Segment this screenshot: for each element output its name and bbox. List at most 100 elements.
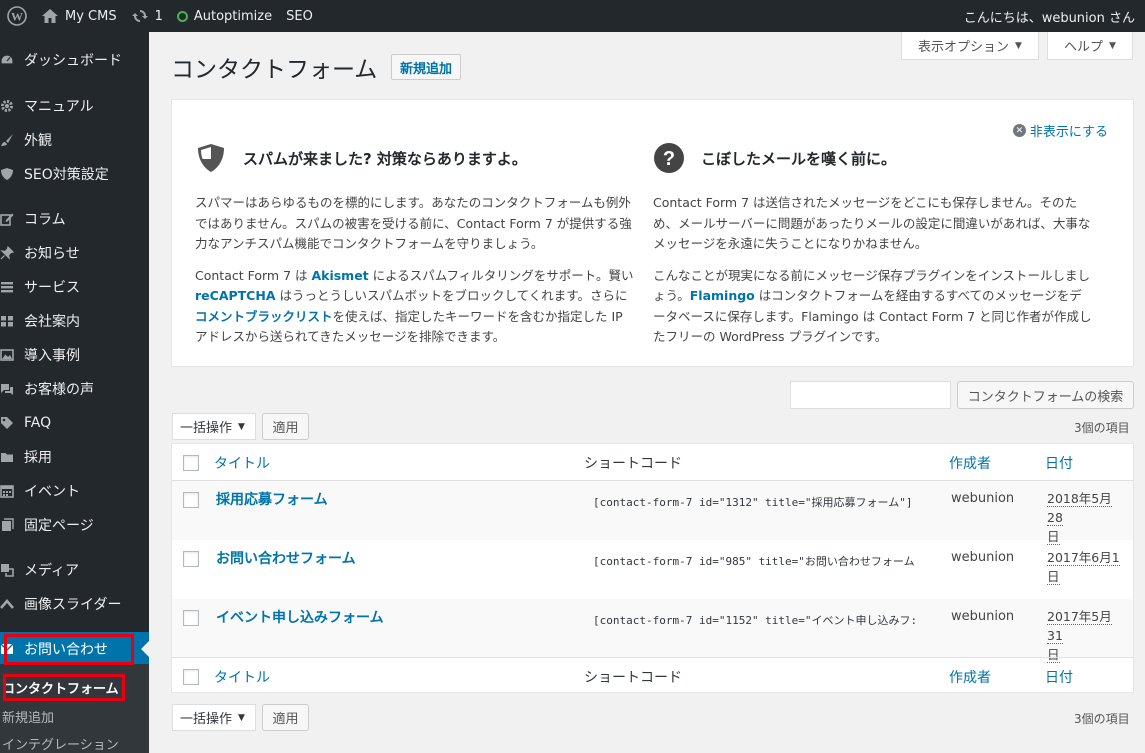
akismet-link[interactable]: Akismet <box>311 268 368 283</box>
updates-link[interactable]: 1 <box>124 0 170 32</box>
greeting-text: こんにちは、webunion さん <box>963 10 1135 26</box>
chat-icon <box>0 382 14 396</box>
home-icon <box>42 9 58 23</box>
table-header: タイトル ショートコード 作成者 日付 <box>172 444 1133 481</box>
row-checkbox[interactable] <box>183 492 199 508</box>
search-forms-button[interactable]: コンタクトフォームの検索 <box>957 381 1134 409</box>
item-count-top: 3個の項目 <box>1074 421 1130 435</box>
sidebar-item-recruit[interactable]: 採用 <box>0 440 149 474</box>
column-date[interactable]: 日付 <box>1045 667 1073 687</box>
autoptimize-link[interactable]: Autoptimize <box>170 0 279 32</box>
date-line: 2017年5月31 <box>1047 609 1112 644</box>
sidebar-item-company[interactable]: 会社案内 <box>0 304 149 338</box>
help-button[interactable]: ヘルプ ▼ <box>1047 32 1133 60</box>
form-title-link[interactable]: お問い合わせフォーム <box>216 548 356 568</box>
sidebar-item-label: メディア <box>24 563 80 579</box>
table-row: お問い合わせフォーム [contact-form-7 id="985" titl… <box>172 540 1133 599</box>
author-name: webunion <box>951 550 1015 565</box>
sidebar-item-faq[interactable]: FAQ <box>0 406 149 440</box>
flamingo-heading: ? こぼしたメールを嘆く前に。 <box>653 140 1093 176</box>
sidebar-item-pages[interactable]: 固定ページ <box>0 508 149 542</box>
form-title-link[interactable]: イベント申し込みフォーム <box>216 607 384 627</box>
flamingo-heading-text: こぼしたメールを嘆く前に。 <box>701 149 897 168</box>
caret-down-icon: ▼ <box>1109 40 1116 51</box>
svg-text:?: ? <box>663 148 675 170</box>
welcome-panel: ✕ 非表示にする スパムが来ました? 対策ならありますよ。 スパマーはあらゆるも… <box>171 99 1134 367</box>
sidebar-item-dashboard[interactable]: ダッシュボード <box>0 43 149 77</box>
sidebar-item-news[interactable]: お知らせ <box>0 236 149 270</box>
column-date[interactable]: 日付 <box>1045 453 1073 473</box>
flamingo-paragraph-2: こんなことが現実になる前にメッセージ保存プラグインをインストールしましょう。Fl… <box>653 266 1093 348</box>
row-checkbox[interactable] <box>183 551 199 567</box>
sidebar-item-label: 採用 <box>24 450 52 466</box>
calendar-icon <box>0 484 14 498</box>
column-author[interactable]: 作成者 <box>949 667 991 687</box>
dismiss-link[interactable]: ✕ 非表示にする <box>1012 121 1108 140</box>
site-name: My CMS <box>65 8 117 24</box>
forms-table: タイトル ショートコード 作成者 日付 採用応募フォーム [contact-fo… <box>171 443 1134 693</box>
status-circle-icon <box>176 10 188 22</box>
screen-options-button[interactable]: 表示オプション ▼ <box>901 32 1039 60</box>
sidebar-item-appearance[interactable]: 外観 <box>0 123 149 157</box>
apply-button-bottom[interactable]: 適用 <box>262 704 309 731</box>
bulk-action-select-bottom[interactable]: 一括操作 ▼ <box>172 704 256 731</box>
sidebar-item-manual[interactable]: マニュアル <box>0 89 149 123</box>
welcome-column-flamingo: ? こぼしたメールを嘆く前に。 Contact Form 7 は送信されたメッセ… <box>653 140 1093 348</box>
help-label: ヘルプ <box>1064 40 1104 55</box>
date-line: 2018年5月28 <box>1047 491 1112 526</box>
spam-heading-text: スパムが来ました? 対策ならありますよ。 <box>243 149 527 168</box>
folder-icon <box>0 450 14 464</box>
submenu-contact-forms[interactable]: コンタクトフォーム <box>2 678 119 697</box>
sidebar-item-slider[interactable]: 画像スライダー <box>0 587 149 621</box>
seo-link[interactable]: SEO <box>279 0 320 32</box>
site-name-link[interactable]: My CMS <box>34 0 124 32</box>
close-icon: ✕ <box>1012 124 1026 137</box>
form-title-link[interactable]: 採用応募フォーム <box>216 489 328 509</box>
pin-icon <box>0 246 14 260</box>
shield-icon <box>0 167 14 181</box>
date-line: 日 <box>1047 569 1060 585</box>
sidebar-item-voices[interactable]: お客様の声 <box>0 372 149 406</box>
select-all-checkbox[interactable] <box>183 455 199 471</box>
comment-blacklist-link[interactable]: コメントブラックリスト <box>195 309 333 324</box>
sidebar-item-label: イベント <box>24 484 80 500</box>
sidebar-item-event[interactable]: イベント <box>0 474 149 508</box>
select-all-checkbox[interactable] <box>183 669 199 685</box>
sidebar-item-label: 画像スライダー <box>24 597 122 613</box>
shortcode-text[interactable]: [contact-form-7 id="1152" title="イベント申し込… <box>593 612 921 628</box>
spam-paragraph-1: スパマーはあらゆるものを標的にします。あなたのコンタクトフォームも例外ではありま… <box>195 195 632 251</box>
sidebar-item-label: ダッシュボード <box>24 53 122 69</box>
sidebar-item-column[interactable]: コラム <box>0 202 149 236</box>
apply-button-top[interactable]: 適用 <box>262 413 309 440</box>
bulk-action-select-top[interactable]: 一括操作 ▼ <box>172 413 256 440</box>
bulk-action-value: 一括操作 <box>180 712 233 727</box>
sidebar-item-label: 固定ページ <box>24 518 94 534</box>
recaptcha-link[interactable]: reCAPTCHA <box>195 288 276 303</box>
column-title[interactable]: タイトル <box>214 667 270 687</box>
text-segment: はうっとうしいスパムボットをブロックしてくれます。さらに <box>275 288 628 303</box>
date-text: 2017年6月1 日 <box>1047 548 1127 586</box>
flamingo-link[interactable]: Flamingo <box>690 288 755 303</box>
column-author[interactable]: 作成者 <box>949 453 991 473</box>
sidebar-item-media[interactable]: メディア <box>0 553 149 587</box>
sidebar-item-label: 会社案内 <box>24 314 80 330</box>
sidebar-item-contact[interactable]: お問い合わせ <box>0 632 149 666</box>
text-segment: Contact Form 7 は <box>195 267 312 283</box>
add-new-button[interactable]: 新規追加 <box>391 54 462 80</box>
shortcode-text[interactable]: [contact-form-7 id="985" title="お問い合わせフォ… <box>593 553 921 569</box>
wordpress-logo[interactable]: W <box>0 0 34 32</box>
tag-icon <box>0 416 14 430</box>
row-checkbox[interactable] <box>183 610 199 626</box>
shortcode-text[interactable]: [contact-form-7 id="1312" title="採用応募フォー… <box>593 494 921 510</box>
submenu-integration[interactable]: インテグレーション <box>2 734 119 753</box>
gear-icon <box>0 99 14 113</box>
sidebar-item-label: 導入事例 <box>24 348 80 364</box>
sidebar-item-cases[interactable]: 導入事例 <box>0 338 149 372</box>
sidebar-item-service[interactable]: サービス <box>0 270 149 304</box>
submenu-add-new[interactable]: 新規追加 <box>2 707 54 726</box>
media-icon <box>0 563 14 577</box>
account-greeting[interactable]: こんにちは、webunion さん <box>957 0 1145 32</box>
column-title[interactable]: タイトル <box>214 453 270 473</box>
search-input[interactable] <box>790 381 951 409</box>
sidebar-item-seo[interactable]: SEO対策設定 <box>0 157 149 191</box>
